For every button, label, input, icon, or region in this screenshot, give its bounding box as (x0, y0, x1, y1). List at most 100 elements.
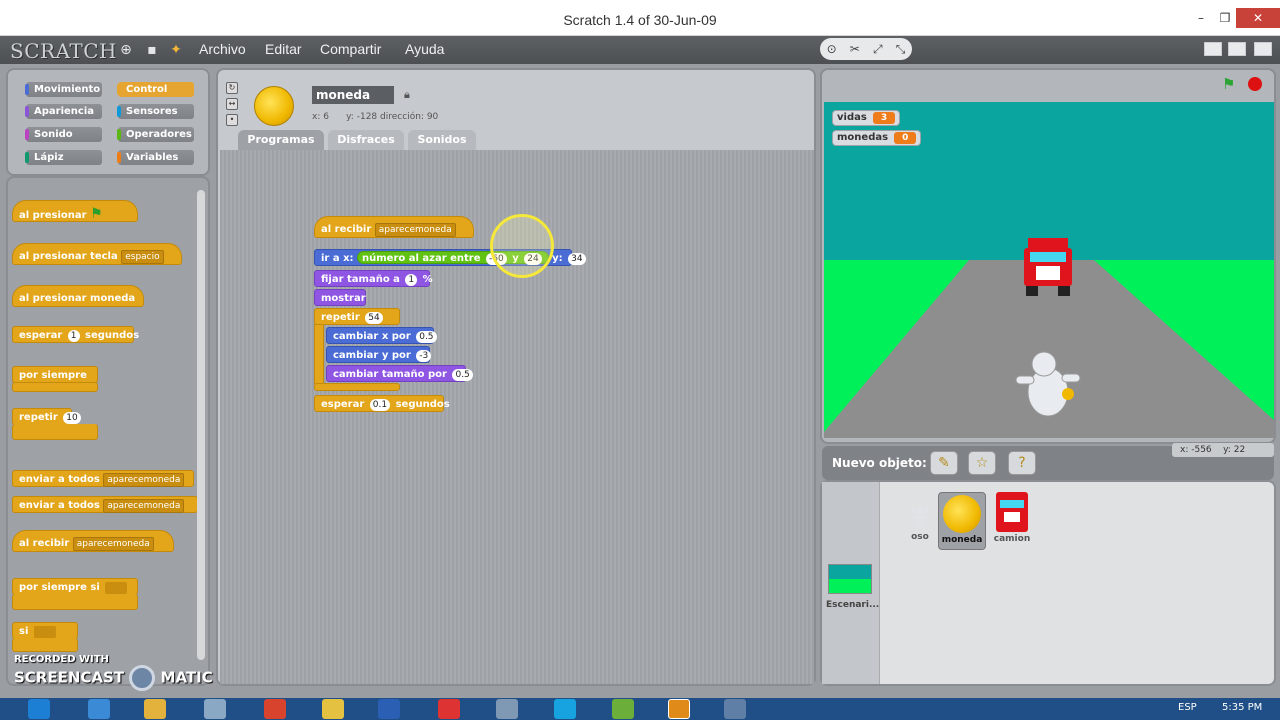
sprite-name-field[interactable]: moneda (312, 86, 394, 104)
media-icon[interactable] (438, 699, 460, 719)
block-wait[interactable]: esperar 1 segundos (12, 326, 139, 343)
app-icon[interactable] (204, 699, 226, 719)
category-sonido[interactable]: Sonido (25, 127, 102, 142)
block-when-sprite-clicked[interactable]: al presionar moneda (12, 285, 144, 307)
no-rotate-icon[interactable]: • (226, 114, 238, 126)
block-forever[interactable]: por siempre (12, 366, 98, 383)
truck-icon (996, 492, 1028, 532)
broadcast-dropdown[interactable]: aparecemoneda (103, 473, 185, 487)
normal-stage-icon[interactable] (1228, 42, 1246, 56)
condition-slot[interactable] (105, 582, 128, 594)
script-wait[interactable]: esperar 0.1 segundos (314, 395, 450, 412)
screencast-logo-icon (129, 665, 156, 691)
block-broadcast[interactable]: enviar a todos aparecemoneda (12, 470, 194, 487)
block-broadcast-wait[interactable]: enviar a todos aparecemoneda (12, 496, 198, 513)
change-x-input[interactable]: 0.5 (416, 331, 437, 343)
menu-ayuda[interactable]: Ayuda (405, 41, 444, 57)
bear-sprite[interactable] (1014, 348, 1084, 420)
menu-editar[interactable]: Editar (265, 41, 302, 57)
shrink-icon[interactable]: ⤡ (896, 42, 906, 57)
skype-icon[interactable] (554, 699, 576, 719)
block-if[interactable]: si (12, 622, 78, 639)
repeat-input[interactable]: 10 (63, 412, 81, 424)
script-canvas[interactable]: al recibir aparecemoneda ir a x: número … (220, 150, 814, 684)
category-sensores[interactable]: Sensores (117, 104, 194, 119)
script-show[interactable]: mostrar (314, 289, 366, 306)
stamp-icon[interactable]: ⊙ (827, 42, 837, 56)
calculator-icon[interactable] (496, 699, 518, 719)
menu-compartir[interactable]: Compartir (320, 41, 381, 57)
block-forever-if[interactable]: por siempre si (12, 578, 138, 595)
script-set-size[interactable]: fijar tamaño a 1 % (314, 270, 433, 287)
paint-sprite-button[interactable]: ✎ (930, 451, 958, 475)
sprite-tile-oso[interactable]: ✱ oso (896, 498, 944, 556)
stage-panel: ⚑ vidas 3 monedas 0 (820, 68, 1276, 444)
script-change-size[interactable]: cambiar tamaño por 0.5 (326, 365, 473, 382)
presentation-icon[interactable] (1254, 42, 1272, 56)
menu-archivo[interactable]: Archivo (199, 41, 246, 57)
repeat-input[interactable]: 54 (365, 312, 383, 324)
tab-programas[interactable]: Programas (238, 130, 324, 150)
random-sprite-button[interactable]: ? (1008, 451, 1036, 475)
share-icon[interactable]: ✦ (168, 42, 184, 58)
lock-icon[interactable]: 🔒︎ (404, 88, 414, 101)
script-when-receive[interactable]: al recibir aparecemoneda (314, 216, 474, 238)
sprite-tile-moneda[interactable]: moneda (938, 492, 986, 550)
green-flag-icon[interactable]: ⚑ (1222, 76, 1240, 92)
scratch-taskbar-icon[interactable] (668, 699, 690, 719)
script-change-y[interactable]: cambiar y por -3 (326, 346, 432, 363)
rotate-style-icon[interactable]: ↻ (226, 82, 238, 94)
category-operadores[interactable]: Operadores (117, 127, 194, 142)
app2-icon[interactable] (612, 699, 634, 719)
block-when-key[interactable]: al presionar tecla espacio (12, 243, 182, 265)
tab-disfraces[interactable]: Disfraces (328, 130, 404, 150)
category-movimiento[interactable]: Movimiento (25, 82, 102, 97)
category-lapiz[interactable]: Lápiz (25, 150, 102, 165)
language-indicator[interactable]: ESP (1178, 702, 1197, 713)
flip-style-icon[interactable]: ↔ (226, 98, 238, 110)
browser-icon[interactable] (88, 699, 110, 719)
sprite-tile-camion[interactable]: camion (988, 492, 1036, 550)
change-y-input[interactable]: -3 (416, 350, 432, 362)
wait-input[interactable]: 1 (67, 330, 80, 342)
script-repeat[interactable]: repetir 54 (314, 308, 400, 325)
category-apariencia[interactable]: Apariencia (25, 104, 102, 119)
word-icon[interactable] (378, 699, 400, 719)
bear-icon: ✱ (909, 501, 931, 529)
broadcast-wait-dropdown[interactable]: aparecemoneda (103, 499, 185, 513)
goto-y-input[interactable]: 34 (568, 253, 586, 265)
category-control[interactable]: Control (117, 82, 194, 97)
app3-icon[interactable] (724, 699, 746, 719)
globe-icon[interactable]: ⊕ (118, 42, 134, 58)
tab-sonidos[interactable]: Sonidos (408, 130, 476, 150)
block-when-receive[interactable]: al recibir aparecemoneda (12, 530, 174, 552)
condition-slot[interactable] (33, 626, 56, 638)
key-dropdown[interactable]: espacio (121, 250, 164, 264)
truck-sprite[interactable] (1022, 236, 1074, 298)
close-button[interactable]: ✕ (1236, 8, 1280, 28)
change-size-input[interactable]: 0.5 (452, 369, 473, 381)
stage[interactable]: vidas 3 monedas 0 (824, 102, 1274, 438)
stage-thumbnail[interactable] (828, 564, 872, 594)
stop-icon[interactable] (1248, 77, 1262, 91)
block-label: % (422, 274, 433, 285)
clock[interactable]: 5:35 PM (1222, 702, 1262, 713)
category-variables[interactable]: Variables (117, 150, 194, 165)
save-icon[interactable]: ▪ (144, 42, 160, 58)
choose-sprite-button[interactable]: ☆ (968, 451, 996, 475)
receive-dropdown[interactable]: aparecemoneda (72, 537, 154, 551)
wait-input[interactable]: 0.1 (369, 399, 391, 411)
folder-icon[interactable] (144, 699, 166, 719)
receive-dropdown[interactable]: aparecemoneda (374, 223, 456, 237)
small-stage-icon[interactable] (1204, 42, 1222, 56)
set-size-input[interactable]: 1 (405, 274, 418, 286)
block-repeat[interactable]: repetir 10 (12, 408, 81, 425)
start-icon[interactable] (28, 699, 50, 719)
grow-icon[interactable]: ⤢ (873, 42, 883, 57)
cut-icon[interactable]: ✂ (850, 42, 860, 56)
block-when-flag[interactable]: al presionar ⚑ (12, 200, 138, 222)
chrome-icon[interactable] (264, 699, 286, 719)
paint-icon[interactable] (322, 699, 344, 719)
palette-scrollbar[interactable] (197, 190, 205, 660)
script-change-x[interactable]: cambiar x por 0.5 (326, 327, 437, 344)
